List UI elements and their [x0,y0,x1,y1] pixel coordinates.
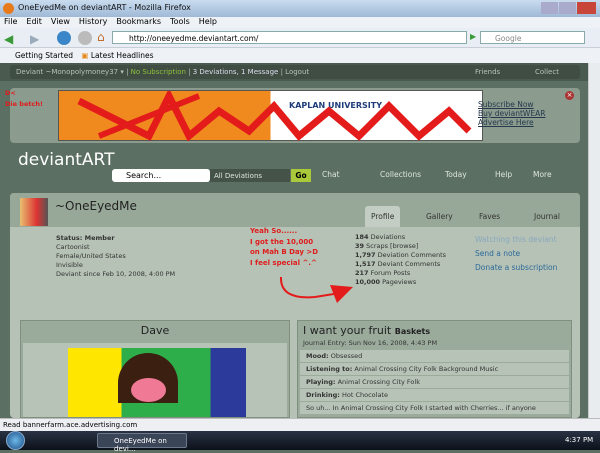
profile-info: Status: Member Cartoonist Female/United … [56,234,175,279]
avatar[interactable] [20,198,48,226]
journal-meta-row: Mood: Obsessed [300,350,569,362]
close-button[interactable] [577,2,596,14]
home-icon[interactable]: ⌂ [97,30,105,44]
scrollbar[interactable] [588,63,600,418]
journal-meta-row: Drinking: Hot Chocolate [300,389,569,401]
profile-stats: 184 Deviations 39 Scraps [browse] 1,797 De… [355,233,446,287]
reload-icon[interactable] [57,31,71,45]
bookmark-latest-headlines[interactable]: Latest Headlines [91,51,154,60]
subscription-link[interactable]: No Subscription [131,68,186,76]
go-button[interactable]: Go [291,169,311,182]
journal-body: So uh... In Animal Crossing City Folk I … [300,402,569,414]
stat-item: 1,517 Deviant Comments [355,260,441,268]
menu-bar: File Edit View History Bookmarks Tools Help [0,17,600,28]
advertise-here-link[interactable]: Advertise Here [478,118,545,127]
menu-bookmarks[interactable]: Bookmarks [116,17,161,26]
ad-image[interactable]: KAPLAN UNIVERSITY [58,90,483,142]
tab-journal[interactable]: Journal [528,206,566,227]
menu-file[interactable]: File [4,17,17,26]
taskbar [0,431,600,450]
message-counts[interactable]: 3 Deviations, 1 Message [193,68,279,76]
taskbar-firefox-window[interactable]: OneEyedMe on devi... [97,433,187,453]
go-arrow-icon[interactable]: ▶ [470,32,476,41]
journal-title[interactable]: I want your fruit [303,324,391,337]
nav-chat[interactable]: Chat [322,170,340,179]
stat-item: 184 Deviations [355,233,406,241]
friends-menu[interactable]: Friends [475,68,500,76]
menu-help[interactable]: Help [199,17,217,26]
journal-meta-row: Playing: Animal Crossing City Folk [300,376,569,388]
stat-item: 39 Scraps [browse] [355,242,419,250]
journal-box: I want your fruit Baskets Journal Entry:… [297,320,572,418]
journal-meta-row: Listening to: Animal Crossing City Folk … [300,363,569,375]
donate-link[interactable]: Donate a subscription [475,261,557,275]
subscribe-now-link[interactable]: Subscribe Now [478,100,545,109]
status: Status: Member [56,234,115,242]
deviant-since: Deviant since Feb 10, 2008, 4:00 PM [56,270,176,278]
stat-item: 1,797 Deviation Comments [355,251,447,259]
buy-deviantwear-link[interactable]: Buy deviantWEAR [478,109,545,118]
location: Female/United States [56,252,126,260]
send-note-link[interactable]: Send a note [475,247,557,261]
forward-icon[interactable]: ▶ [30,32,39,46]
bookmark-getting-started[interactable]: Getting Started [15,51,73,60]
stop-icon[interactable] [78,31,92,45]
minimize-button[interactable] [541,2,558,14]
journal-date: Journal Entry: Sun Nov 16, 2008, 4:43 PM [303,339,438,347]
search-field[interactable]: Google [480,31,585,44]
tab-profile[interactable]: Profile [365,206,401,227]
annotation-text: Yeah So...... I got the 10,000 on Mah B Da… [250,227,319,267]
nav-today[interactable]: Today [445,170,467,179]
online-status: Invisible [56,261,83,269]
site-search-input[interactable]: Search... [112,169,210,182]
window-controls [541,2,596,14]
nav-collections[interactable]: Collections [380,170,421,179]
deviantart-logo[interactable]: deviantART [18,150,114,170]
close-ad-icon[interactable]: × [565,91,574,100]
firefox-icon [3,3,14,14]
maximize-button[interactable] [559,2,576,14]
ad-banner: D< Die betch! KAPLAN UNIVERSITY Subscrib… [5,88,580,143]
status-bar: Read bannerfarm.ace.advertising.com [0,418,600,431]
navigation-toolbar: ◀ ▶ ⌂ http://oneeyedme.deviantart.com/ ▶… [0,28,600,48]
menu-view[interactable]: View [51,17,70,26]
profile-username[interactable]: ~OneEyedMe [55,199,137,213]
featured-image[interactable] [68,348,246,417]
nav-help[interactable]: Help [495,170,512,179]
window-title: OneEyedMe on deviantART - Mozilla Firefo… [0,0,600,17]
nav-more[interactable]: More [533,170,552,179]
rss-icon: ▣ [81,51,89,60]
journal-title-small: Baskets [394,327,431,336]
start-button[interactable] [6,431,25,450]
bookmarks-toolbar: Getting Started ▣ Latest Headlines [0,48,600,63]
url-field[interactable]: http://oneeyedme.deviantart.com/ [112,31,467,44]
deviant-username[interactable]: Deviant ~Monopolymoney37 [16,68,118,76]
menu-history[interactable]: History [79,17,107,26]
search-scope-select[interactable]: All Deviations [210,169,290,182]
collect-menu[interactable]: Collect [535,68,559,76]
stat-item: 10,000 Pageviews [355,278,417,286]
red-scribble [77,91,472,142]
tab-gallery[interactable]: Gallery [420,206,459,227]
red-arrow [279,276,353,303]
menu-tools[interactable]: Tools [170,17,190,26]
back-icon[interactable]: ◀ [4,32,13,46]
featured-title: Dave [140,324,170,337]
clock: 4:37 PM [565,436,594,444]
watching-link[interactable]: Watching this deviant [475,233,557,247]
featured-box: Dave [20,320,290,418]
menu-edit[interactable]: Edit [26,17,42,26]
tab-faves[interactable]: Faves [473,206,506,227]
stat-item: 217 Forum Posts [355,269,411,277]
deviant-bar: Deviant ~Monopolymoney37 ▾ | No Subscrip… [0,63,588,81]
scribble-text: D< Die betch! [5,89,43,108]
logout-link[interactable]: Logout [285,68,309,76]
profile-type: Cartoonist [56,243,90,251]
